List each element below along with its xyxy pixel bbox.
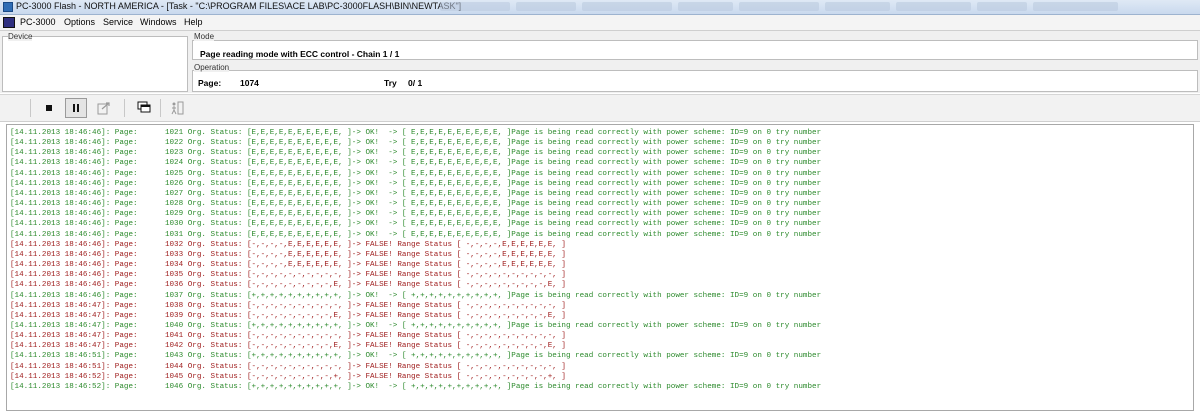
log-line: [14.11.2013 18:46:46]: Page: 1031 Org. S…: [10, 230, 822, 239]
mode-value: Page reading mode with ECC control - Cha…: [200, 49, 400, 59]
log-line: [14.11.2013 18:46:46]: Page: 1021 Org. S…: [10, 129, 822, 137]
log-line: [14.11.2013 18:46:46]: Page: 1036 Org. S…: [10, 281, 566, 290]
taskbar-blurred-area: [440, 2, 1200, 12]
log-line: [14.11.2013 18:46:46]: Page: 1024 Org. S…: [10, 159, 822, 168]
log-line: [14.11.2013 18:46:47]: Page: 1040 Org. S…: [10, 321, 822, 330]
menu-bar: PC-3000 Options Service Windows Help: [0, 15, 1200, 31]
log-line: [14.11.2013 18:46:46]: Page: 1030 Org. S…: [10, 220, 822, 229]
toolbar-separator: [30, 99, 31, 117]
log-line: [14.11.2013 18:46:47]: Page: 1039 Org. S…: [10, 311, 566, 320]
try-value: 0/ 1: [408, 78, 423, 88]
log-line: [14.11.2013 18:46:46]: Page: 1028 Org. S…: [10, 200, 822, 209]
log-line: [14.11.2013 18:46:46]: Page: 1029 Org. S…: [10, 210, 822, 219]
app-icon: [3, 2, 13, 12]
log-line: [14.11.2013 18:46:46]: Page: 1025 Org. S…: [10, 169, 822, 178]
log-line: [14.11.2013 18:46:52]: Page: 1046 Org. S…: [10, 382, 822, 391]
toolbar: [0, 94, 1200, 122]
log-line: [14.11.2013 18:46:47]: Page: 1038 Org. S…: [10, 301, 566, 310]
exit-button[interactable]: [166, 98, 188, 118]
mode-label: Mode: [194, 32, 215, 41]
operation-label: Operation: [194, 63, 230, 72]
log-line: [14.11.2013 18:46:46]: Page: 1032 Org. S…: [10, 240, 566, 249]
export-icon: [97, 102, 110, 115]
windows-button[interactable]: [134, 98, 156, 118]
log-line: [14.11.2013 18:46:46]: Page: 1033 Org. S…: [10, 250, 566, 259]
log-line: [14.11.2013 18:46:52]: Page: 1045 Org. S…: [10, 372, 566, 381]
menu-pc3000[interactable]: PC-3000: [20, 17, 56, 27]
export-button[interactable]: [93, 98, 115, 118]
pause-button[interactable]: [65, 98, 87, 118]
log-line: [14.11.2013 18:46:46]: Page: 1035 Org. S…: [10, 271, 566, 280]
log-line: [14.11.2013 18:46:46]: Page: 1022 Org. S…: [10, 139, 822, 148]
log-line: [14.11.2013 18:46:51]: Page: 1043 Org. S…: [10, 352, 822, 361]
menu-options[interactable]: Options: [64, 17, 95, 27]
app-logo-icon[interactable]: [3, 17, 15, 28]
exit-icon: [171, 101, 184, 115]
try-label: Try: [384, 78, 397, 88]
menu-service[interactable]: Service: [103, 17, 133, 27]
log-line: [14.11.2013 18:46:46]: Page: 1034 Org. S…: [10, 261, 566, 270]
toolbar-separator: [160, 99, 161, 117]
menu-help[interactable]: Help: [184, 17, 203, 27]
log-panel[interactable]: [14.11.2013 18:46:46]: Page: 1021 Org. S…: [6, 124, 1194, 411]
log-lines: [14.11.2013 18:46:46]: Page: 1021 Org. S…: [10, 128, 821, 392]
device-label: Device: [8, 32, 33, 41]
log-line: [14.11.2013 18:46:47]: Page: 1041 Org. S…: [10, 332, 566, 341]
windows-icon: [137, 101, 151, 113]
stop-icon: [46, 105, 52, 111]
log-line: [14.11.2013 18:46:46]: Page: 1037 Org. S…: [10, 291, 822, 300]
operation-group: [192, 70, 1198, 92]
device-group: [2, 36, 188, 92]
log-line: [14.11.2013 18:46:51]: Page: 1044 Org. S…: [10, 362, 566, 371]
window-title-bar: PC-3000 Flash - NORTH AMERICA - [Task - …: [0, 0, 1200, 15]
page-value: 1074: [240, 78, 259, 88]
menu-windows[interactable]: Windows: [140, 17, 177, 27]
window-title: PC-3000 Flash - NORTH AMERICA - [Task - …: [16, 1, 462, 11]
stop-button[interactable]: [38, 98, 60, 118]
page-label: Page:: [198, 78, 222, 88]
log-line: [14.11.2013 18:46:46]: Page: 1027 Org. S…: [10, 189, 822, 198]
pause-icon: [73, 104, 79, 112]
log-line: [14.11.2013 18:46:46]: Page: 1023 Org. S…: [10, 149, 822, 158]
log-line: [14.11.2013 18:46:47]: Page: 1042 Org. S…: [10, 342, 566, 351]
log-line: [14.11.2013 18:46:46]: Page: 1026 Org. S…: [10, 179, 822, 188]
toolbar-separator: [124, 99, 125, 117]
